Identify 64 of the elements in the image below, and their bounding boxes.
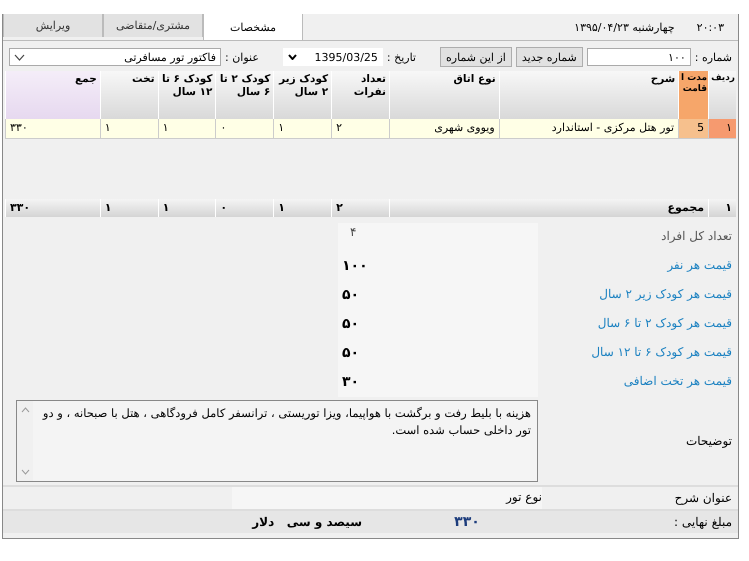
total-in-words: سیصد و سی دلار <box>252 515 362 529</box>
scroll-up-icon[interactable] <box>20 407 30 413</box>
column-header[interactable]: ردیف <box>708 71 736 119</box>
table-cell: ۱ <box>100 119 158 139</box>
notes-label: توضیحات <box>684 434 733 448</box>
column-header[interactable]: مدت اقامت <box>678 71 708 119</box>
clock-text: ۲۰:۰۳ <box>696 20 724 34</box>
table-cell: ۳۳۰ <box>4 199 100 217</box>
number-field[interactable]: ۱۰۰ <box>586 48 691 66</box>
column-header[interactable]: تعداد نفرات <box>331 71 389 119</box>
notes-textarea[interactable]: هزینه با بلیط رفت و برگشت با هواپیما، ویزا توریستی ، ترانسفر کامل فرودگاهی ، هتل با صبحانه ، و دو تور داخلی حساب شده است. <box>16 400 538 482</box>
table-cell: ۱ <box>273 119 332 139</box>
date-field[interactable]: 1395/03/25 <box>282 48 383 66</box>
table-cell: ۱ <box>158 119 216 139</box>
description-value: نوع تور <box>232 487 542 509</box>
table-cell: ۰ <box>215 199 274 217</box>
column-header[interactable]: شرح <box>498 71 678 119</box>
table-cell: ۱ <box>708 199 736 217</box>
table-cell: ۱ <box>708 119 736 139</box>
table-cell: 5 <box>678 119 708 139</box>
value-field[interactable]: ۳۰ <box>338 368 360 390</box>
value-field[interactable]: ۵۰ <box>338 339 360 361</box>
column-header[interactable]: نوع اتاق <box>388 71 499 119</box>
value-field[interactable]: ۱۰۰ <box>338 252 368 274</box>
title-dropdown[interactable]: فاکتور تور مسافرتی <box>9 48 221 66</box>
total-label: مبلغ نهایی : <box>673 515 733 529</box>
table-cell: تور هتل مرکزی - استاندارد <box>498 119 678 139</box>
table-cell: مجموع <box>389 199 708 217</box>
table-cell: ویووی شهری <box>388 119 499 139</box>
date-label: تاریخ : <box>386 50 416 64</box>
value-field[interactable]: ۵۰ <box>338 310 360 332</box>
table-cell: ۲ <box>331 119 389 139</box>
tab[interactable]: ویرایش <box>3 14 103 37</box>
dropdown-icon <box>288 54 297 60</box>
scrollbar[interactable] <box>17 401 33 481</box>
tab[interactable]: مشتری/متقاضی <box>103 14 203 37</box>
field-label: قیمت هر کودک ۲ تا ۶ سال <box>596 315 733 332</box>
table-cell: ۳۳۰ <box>5 119 100 139</box>
date-text: چهارشنبه ۱۳۹۵/۰۴/۲۳ <box>574 20 675 34</box>
field-label: قیمت هر تخت اضافی <box>622 373 733 390</box>
value-field[interactable]: ۵۰ <box>338 281 360 303</box>
field-label: قیمت هر نفر <box>666 257 733 274</box>
chevron-down-icon <box>14 54 25 60</box>
table-cell: ۱ <box>273 199 332 217</box>
column-header[interactable]: جمع <box>5 71 100 119</box>
field-label: تعداد کل افراد <box>660 228 733 245</box>
new-number-button[interactable]: شماره جدید <box>516 47 583 67</box>
table-cell: ۰ <box>215 119 274 139</box>
column-header[interactable]: کودک زیر ۲ سال <box>273 71 332 119</box>
table-cell: ۱ <box>100 199 158 217</box>
field-label: قیمت هر کودک ۶ تا ۱۲ سال <box>590 344 733 361</box>
title-label: عنوان : <box>225 50 259 64</box>
scroll-down-icon[interactable] <box>20 469 30 475</box>
table-cell: ۲ <box>331 199 389 217</box>
number-label: شماره : <box>694 50 732 64</box>
tab[interactable]: مشخصات <box>203 14 303 40</box>
column-header[interactable]: تخت <box>100 71 158 119</box>
column-header[interactable]: کودک ۶ تا ۱۲ سال <box>158 71 216 119</box>
field-label: قیمت هر کودک زیر ۲ سال <box>598 286 733 303</box>
column-header[interactable]: کودک ۲ تا ۶ سال <box>215 71 274 119</box>
from-number-button[interactable]: از این شماره <box>440 47 512 67</box>
table-cell: ۱ <box>158 199 216 217</box>
description-label: عنوان شرح <box>674 491 733 505</box>
total-amount: ۳۳۰ <box>453 514 481 530</box>
